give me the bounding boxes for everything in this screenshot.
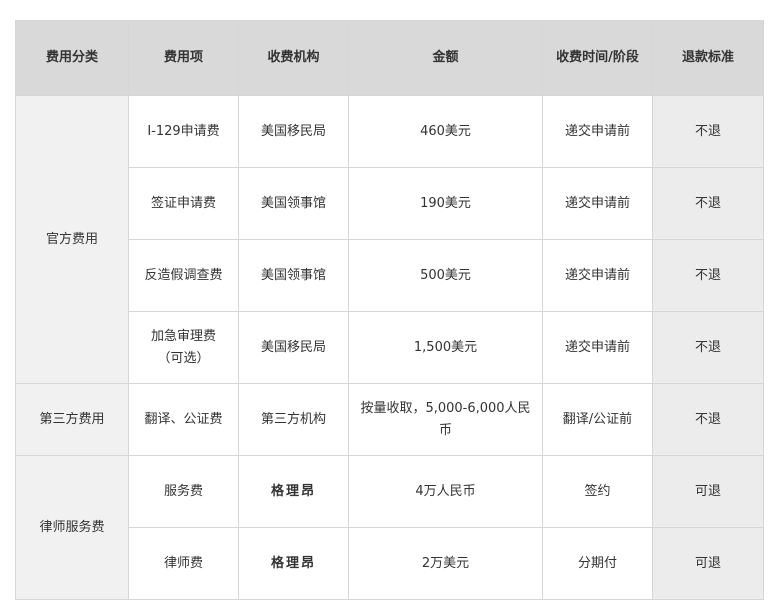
- refund-cell: 不退: [652, 239, 764, 312]
- table-row: 律师费 格理昂 2万美元 分期付 可退: [16, 527, 764, 600]
- table-row: 加急审理费（可选） 美国移民局 1,500美元 递交申请前 不退: [16, 311, 764, 384]
- item-cell: I-129申请费: [128, 95, 239, 168]
- refund-cell: 可退: [652, 455, 764, 528]
- table-row: 官方费用 I-129申请费 美国移民局 460美元 递交申请前 不退: [15, 95, 764, 384]
- item-cell: 律师费: [128, 527, 239, 600]
- org-cell: 格理昂: [238, 455, 349, 528]
- header-org: 收费机构: [238, 20, 349, 96]
- org-cell: 格理昂: [238, 527, 349, 600]
- header-item: 费用项: [128, 20, 239, 96]
- category-cell: 第三方费用: [15, 383, 129, 456]
- fee-table: 费用分类 费用项 收费机构 金额 收费时间/阶段 退款标准 官方费用 I-129…: [15, 20, 764, 600]
- time-cell: 翻译/公证前: [542, 383, 653, 456]
- org-cell: 美国移民局: [238, 95, 349, 168]
- time-cell: 递交申请前: [542, 239, 653, 312]
- amount-cell: 500美元: [348, 239, 543, 312]
- item-cell: 加急审理费（可选）: [128, 311, 239, 384]
- time-cell: 签约: [542, 455, 653, 528]
- category-cell: 律师服务费: [15, 455, 129, 600]
- header-category: 费用分类: [15, 20, 129, 96]
- refund-cell: 不退: [652, 95, 764, 168]
- amount-cell: 1,500美元: [348, 311, 543, 384]
- amount-cell: 460美元: [348, 95, 543, 168]
- item-cell: 翻译、公证费: [128, 383, 239, 456]
- header-amount: 金额: [348, 20, 543, 96]
- refund-cell: 不退: [652, 167, 764, 240]
- time-cell: 递交申请前: [542, 311, 653, 384]
- org-cell: 美国移民局: [238, 311, 349, 384]
- refund-cell: 不退: [652, 383, 764, 456]
- item-cell: 服务费: [128, 455, 239, 528]
- amount-cell: 4万人民币: [348, 455, 543, 528]
- item-cell: 签证申请费: [128, 167, 239, 240]
- table-row: 第三方费用 翻译、公证费 第三方机构 按量收取，5,000-6,000人民币 翻…: [15, 383, 764, 456]
- table-row: 律师服务费 服务费 格理昂 4万人民币 签约 可退: [15, 455, 764, 600]
- amount-cell: 2万美元: [348, 527, 543, 600]
- org-cell: 第三方机构: [238, 383, 349, 456]
- item-cell: 反造假调查费: [128, 239, 239, 312]
- header-refund: 退款标准: [652, 20, 764, 96]
- refund-cell: 可退: [652, 527, 764, 600]
- amount-cell: 190美元: [348, 167, 543, 240]
- table-header-row: 费用分类 费用项 收费机构 金额 收费时间/阶段 退款标准: [15, 20, 764, 96]
- fee-table-container: 费用分类 费用项 收费机构 金额 收费时间/阶段 退款标准 官方费用 I-129…: [15, 20, 764, 600]
- table-row: 反造假调查费 美国领事馆 500美元 递交申请前 不退: [16, 239, 764, 312]
- refund-cell: 不退: [652, 311, 764, 384]
- header-time: 收费时间/阶段: [542, 20, 653, 96]
- time-cell: 递交申请前: [542, 167, 653, 240]
- amount-cell: 按量收取，5,000-6,000人民币: [348, 383, 543, 456]
- time-cell: 分期付: [542, 527, 653, 600]
- org-cell: 美国领事馆: [238, 167, 349, 240]
- category-cell: 官方费用: [15, 95, 129, 384]
- org-cell: 美国领事馆: [238, 239, 349, 312]
- time-cell: 递交申请前: [542, 95, 653, 168]
- table-row: 签证申请费 美国领事馆 190美元 递交申请前 不退: [16, 167, 764, 240]
